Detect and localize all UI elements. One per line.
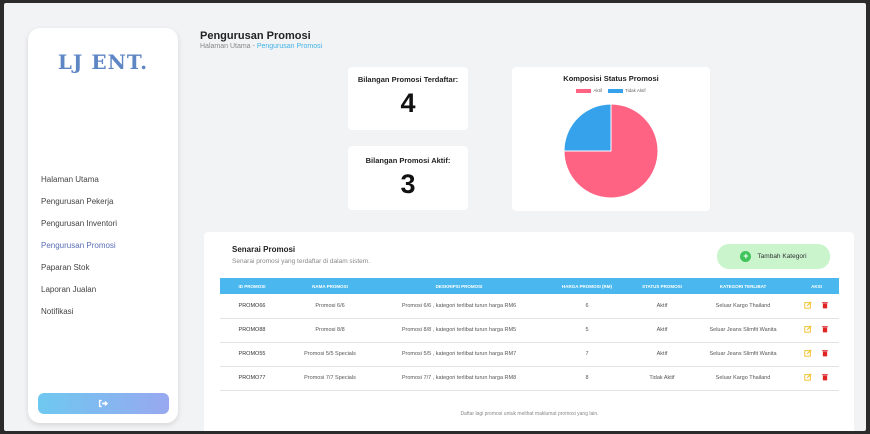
active-promo-value: 3 bbox=[400, 169, 416, 199]
cell-category: Seluar Kargo Thailand bbox=[692, 294, 794, 319]
col-header-category: Kategori Terlibat bbox=[692, 278, 794, 294]
pie-chart bbox=[563, 103, 659, 199]
cell-description: Promosi 8/8 , kategori terlibat turun ha… bbox=[376, 318, 542, 343]
sidebar: LJ ENT. Halaman Utama Pengurusan Pekerja… bbox=[28, 28, 178, 423]
section-title: Senarai Promosi bbox=[232, 245, 296, 254]
chart-title: Komposisi Status Promosi bbox=[563, 74, 659, 83]
logout-icon bbox=[98, 399, 109, 408]
cell-actions bbox=[794, 294, 839, 319]
cell-actions bbox=[794, 318, 839, 343]
cell-id: PROMO77 bbox=[220, 366, 284, 391]
pie-slice-tidak-aktif[interactable] bbox=[563, 103, 612, 152]
cell-category: Seluar Jeans Slimfit Wanita bbox=[692, 318, 794, 343]
table-row: PROMO88 Promosi 8/8 Promosi 8/8 , katego… bbox=[220, 318, 839, 343]
add-category-label: Tambah Kategori bbox=[757, 253, 807, 260]
table-row: PROMO55 Promosi 5/5 Specials Promosi 5/5… bbox=[220, 342, 839, 367]
logo: LJ ENT. bbox=[57, 50, 149, 74]
sidebar-item-pengurusan-inventori[interactable]: Pengurusan Inventori bbox=[41, 213, 117, 235]
cell-description: Promosi 6/6 , kategori terlibat turun ha… bbox=[376, 294, 542, 319]
sidebar-item-paparan-stok[interactable]: Paparan Stok bbox=[41, 257, 117, 279]
legend-item-aktif[interactable]: Aktif bbox=[576, 88, 602, 93]
edit-icon[interactable] bbox=[804, 373, 812, 381]
app-frame: LJ ENT. Halaman Utama Pengurusan Pekerja… bbox=[4, 3, 866, 431]
breadcrumb-current[interactable]: Pengurusan Promosi bbox=[257, 43, 322, 50]
trash-icon[interactable] bbox=[821, 373, 829, 381]
section-subtitle: Senarai promosi yang terdaftar di dalam … bbox=[232, 258, 371, 265]
col-header-price: Harga Promosi (RM) bbox=[542, 278, 632, 294]
trash-icon[interactable] bbox=[821, 349, 829, 357]
cell-id: PROMO66 bbox=[220, 294, 284, 319]
cell-name: Promosi 6/6 bbox=[284, 294, 376, 319]
add-category-button[interactable]: + Tambah Kategori bbox=[717, 244, 830, 269]
cell-description: Promosi 7/7 , kategori terlibat turun ha… bbox=[376, 366, 542, 391]
sidebar-item-halaman-utama[interactable]: Halaman Utama bbox=[41, 169, 117, 191]
cell-name: Promosi 8/8 bbox=[284, 318, 376, 343]
trash-icon[interactable] bbox=[821, 325, 829, 333]
chart-legend: Aktif Tidak Aktif bbox=[512, 88, 710, 93]
col-header-status: Status Promosi bbox=[632, 278, 692, 294]
cell-price: 7 bbox=[542, 342, 632, 367]
sidebar-item-pengurusan-promosi[interactable]: Pengurusan Promosi bbox=[41, 235, 117, 257]
logout-button[interactable] bbox=[38, 393, 169, 414]
table-header-row: ID Promosi Nama Promosi Deskripsi Promos… bbox=[220, 278, 839, 294]
sidebar-item-pengurusan-pekerja[interactable]: Pengurusan Pekerja bbox=[41, 191, 117, 213]
active-promo-card: Bilangan Promosi Aktif: 3 bbox=[348, 146, 468, 210]
plus-icon: + bbox=[740, 251, 752, 262]
breadcrumb-home[interactable]: Halaman Utama bbox=[200, 43, 251, 50]
cell-description: Promosi 5/5 , kategori terlibat turun ha… bbox=[376, 342, 542, 367]
edit-icon[interactable] bbox=[804, 301, 812, 309]
col-header-action: Aksi bbox=[794, 278, 839, 294]
registered-promo-label: Bilangan Promosi Terdaftar: bbox=[357, 75, 459, 84]
table-footer-note: Daftar lagi promosi untuk melihat maklum… bbox=[460, 411, 599, 417]
table-row: PROMO77 Promosi 7/7 Specials Promosi 7/7… bbox=[220, 366, 839, 391]
legend-item-tidak-aktif[interactable]: Tidak Aktif bbox=[608, 88, 646, 93]
sidebar-item-notifikasi[interactable]: Notifikasi bbox=[41, 301, 117, 323]
promotion-table: ID Promosi Nama Promosi Deskripsi Promos… bbox=[220, 278, 839, 391]
cell-price: 8 bbox=[542, 366, 632, 391]
trash-icon[interactable] bbox=[821, 301, 829, 309]
cell-name: Promosi 7/7 Specials bbox=[284, 366, 376, 391]
sidebar-nav: Halaman Utama Pengurusan Pekerja Penguru… bbox=[41, 169, 117, 323]
cell-category: Seluar Kargo Thailand bbox=[692, 366, 794, 391]
cell-id: PROMO55 bbox=[220, 342, 284, 367]
breadcrumb: Halaman Utama - Pengurusan Promosi bbox=[200, 43, 322, 50]
cell-price: 5 bbox=[542, 318, 632, 343]
cell-status: Tidak Aktif bbox=[632, 366, 692, 391]
table-row: PROMO66 Promosi 6/6 Promosi 6/6 , katego… bbox=[220, 294, 839, 319]
cell-status: Aktif bbox=[632, 318, 692, 343]
sidebar-item-laporan-jualan[interactable]: Laporan Jualan bbox=[41, 279, 117, 301]
legend-swatch-tidak-aktif bbox=[608, 88, 624, 93]
cell-actions bbox=[794, 342, 839, 367]
edit-icon[interactable] bbox=[804, 325, 812, 333]
legend-label-aktif: Aktif bbox=[593, 88, 603, 93]
promotion-list-card: Senarai Promosi Senarai promosi yang ter… bbox=[204, 232, 854, 431]
legend-label-tidak-aktif: Tidak Aktif bbox=[625, 88, 646, 93]
cell-status: Aktif bbox=[632, 342, 692, 367]
col-header-description: Deskripsi Promosi bbox=[376, 278, 542, 294]
cell-id: PROMO88 bbox=[220, 318, 284, 343]
registered-promo-value: 4 bbox=[400, 88, 416, 118]
cell-name: Promosi 5/5 Specials bbox=[284, 342, 376, 367]
cell-category: Seluar Jeans Slimfit Wanita bbox=[692, 342, 794, 367]
registered-promo-card: Bilangan Promosi Terdaftar: 4 bbox=[348, 67, 468, 130]
edit-icon[interactable] bbox=[804, 349, 812, 357]
col-header-name: Nama Promosi bbox=[284, 278, 376, 294]
cell-actions bbox=[794, 366, 839, 391]
legend-swatch-aktif bbox=[576, 88, 592, 93]
cell-status: Aktif bbox=[632, 294, 692, 319]
col-header-id: ID Promosi bbox=[220, 278, 284, 294]
cell-price: 6 bbox=[542, 294, 632, 319]
active-promo-label: Bilangan Promosi Aktif: bbox=[365, 156, 451, 165]
page-title: Pengurusan Promosi bbox=[200, 30, 311, 42]
status-chart-card: Komposisi Status Promosi Aktif Tidak Akt… bbox=[512, 67, 710, 211]
